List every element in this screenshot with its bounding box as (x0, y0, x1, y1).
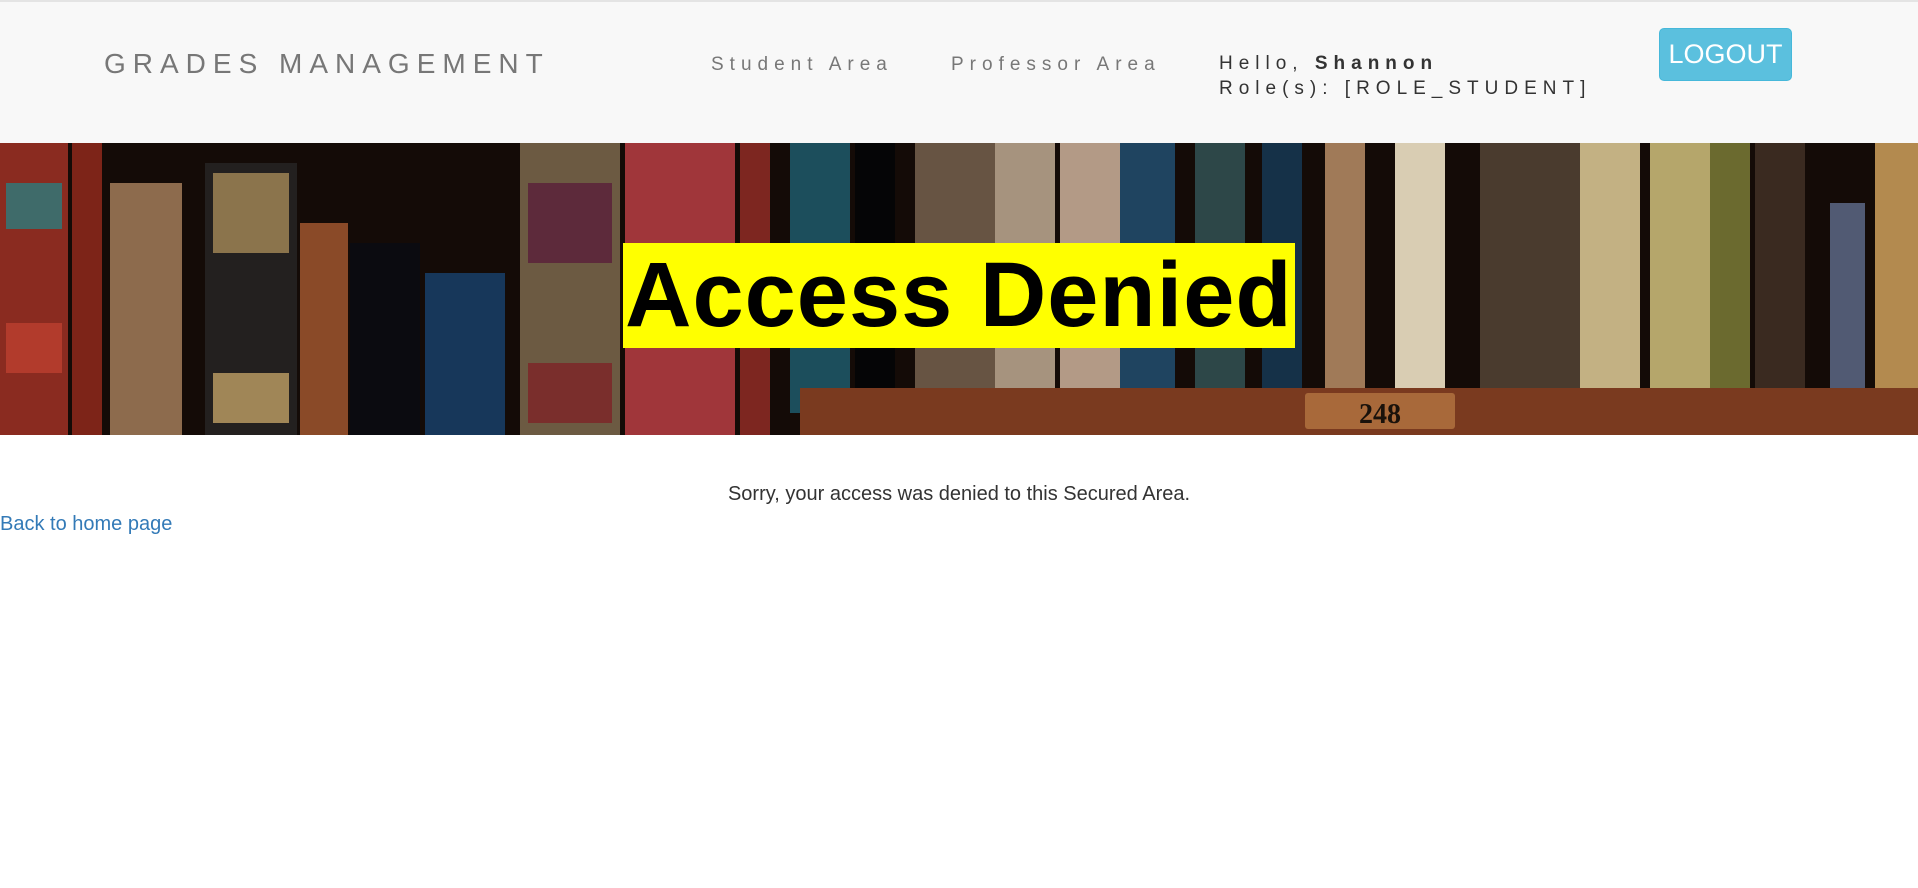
user-info: Hello, Shannon Role(s): [ROLE_STUDENT] (1219, 51, 1591, 101)
access-denied-title: Access Denied (623, 243, 1295, 348)
denied-message: Sorry, your access was denied to this Se… (727, 483, 1191, 505)
roles-line: Role(s): [ROLE_STUDENT] (1219, 78, 1592, 99)
brand-link[interactable]: GRADES MANAGEMENT (104, 48, 550, 80)
logout-button[interactable]: LOGOUT (1659, 28, 1792, 81)
back-home-link[interactable]: Back to home page (0, 513, 172, 536)
shelf-number: 248 (1359, 399, 1401, 430)
greeting-line: Hello, Shannon (1219, 51, 1591, 76)
nav-student-area[interactable]: Student Area (711, 54, 893, 76)
greeting-prefix: Hello, (1219, 53, 1304, 74)
top-navbar: GRADES MANAGEMENT Student Area Professor… (0, 0, 1918, 143)
user-name: Shannon (1314, 53, 1439, 74)
nav-professor-area[interactable]: Professor Area (951, 54, 1161, 76)
